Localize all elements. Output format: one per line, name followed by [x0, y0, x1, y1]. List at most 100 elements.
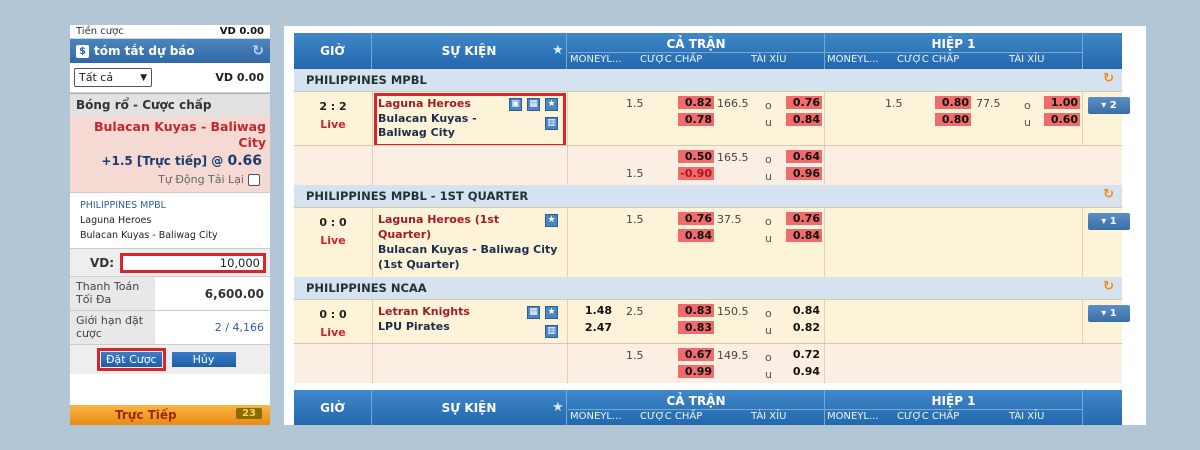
hdp-odd-away[interactable]: 0.83	[678, 321, 714, 334]
home-team[interactable]: Letran Knights	[378, 305, 470, 318]
tv-icon[interactable]: ▣	[509, 98, 522, 111]
filter-selected: Tất cả	[79, 71, 114, 84]
ou-over-label: o	[765, 307, 772, 320]
max-payout-value: 6,600.00	[204, 286, 264, 301]
alt-ou-line: 165.5	[717, 151, 749, 164]
more-markets-button[interactable]: ▾ 2	[1088, 97, 1130, 114]
hdp-line: 2.5	[626, 305, 644, 318]
hdp-odd-home[interactable]: 0.76	[678, 212, 714, 225]
h1-ou-odd-under[interactable]: 0.60	[1044, 113, 1080, 126]
home-team[interactable]: Laguna Heroes (1st Quarter)	[378, 212, 528, 242]
cancel-button[interactable]: Hủy	[171, 352, 236, 367]
star-icon[interactable]: ★	[552, 390, 564, 425]
slip-odds: +1.5 [Trực tiếp] @ 0.66	[70, 151, 270, 171]
filter-select[interactable]: Tất cả ▼	[74, 68, 152, 87]
half1-header: HIỆP 1	[825, 394, 1082, 410]
live-tab-label: Trực Tiếp	[115, 408, 177, 422]
slip-buttons: Đặt Cược Hủy	[70, 344, 270, 374]
h1-hdp-odd-home[interactable]: 0.80	[935, 96, 971, 109]
alt-ou-under-label: u	[765, 170, 772, 183]
alt-ou-odd-over[interactable]: 0.72	[786, 348, 822, 361]
max-payout-label: Thanh Toán Tối Đa	[70, 277, 155, 310]
hdp-odd-away[interactable]: 0.84	[678, 229, 714, 242]
ou-over-label: o	[765, 215, 772, 228]
league-name: PHILIPPINES MPBL - 1ST QUARTER	[306, 189, 529, 203]
chart-icon[interactable]: ▥	[545, 325, 558, 338]
half1-header: HIỆP 1	[825, 37, 1082, 53]
hdp-line: 1.5	[626, 213, 644, 226]
more-markets-button[interactable]: ▾ 1	[1088, 213, 1130, 230]
moneyline-away[interactable]: 2.47	[578, 321, 614, 334]
alt-ou-odd-under[interactable]: 0.94	[786, 365, 822, 378]
slip-matchup: Bulacan Kuyas - Baliwag City	[80, 230, 218, 241]
stake-row: Tiền cược VD 0.00	[70, 25, 270, 39]
away-team[interactable]: LPU Pirates	[378, 320, 450, 333]
more-markets-button[interactable]: ▾ 1	[1088, 305, 1130, 322]
league-header: PHILIPPINES NCAA ↻	[294, 277, 1122, 299]
star-icon[interactable]: ★	[552, 33, 564, 69]
slip-odds-prefix: +1.5 [Trực tiếp] @	[101, 154, 224, 168]
ou-odd-over[interactable]: 0.84	[786, 304, 822, 317]
summary-header[interactable]: $ tóm tắt dự báo ↻	[70, 39, 270, 63]
ou-odd-under[interactable]: 0.84	[786, 229, 822, 242]
alt-ou-over-label: o	[765, 351, 772, 364]
hdp-odd-home[interactable]: 0.82	[678, 96, 714, 109]
ou-odd-under[interactable]: 0.82	[786, 321, 822, 334]
alt-hdp-odd-home[interactable]: 0.67	[678, 348, 714, 361]
hdp-odd-away[interactable]: 0.78	[678, 113, 714, 126]
sub-handicap: CƯỢC CHẤP	[897, 411, 960, 422]
ou-over-label: o	[765, 99, 772, 112]
auto-reload-checkbox[interactable]	[248, 173, 260, 186]
col-event: SỰ KIỆN	[372, 33, 567, 69]
refresh-icon[interactable]: ↻	[1103, 71, 1114, 86]
star-icon[interactable]: ★	[545, 214, 558, 227]
live-count-badge: 23	[236, 408, 262, 419]
h1-ou-under-label: u	[1024, 116, 1031, 129]
alt-ou-odd-under[interactable]: 0.96	[786, 167, 822, 180]
stake-input[interactable]: 10,000	[120, 252, 266, 273]
alt-hdp-odd-away[interactable]: 0.99	[678, 365, 714, 378]
col-divider	[824, 300, 825, 343]
col-time: GIỜ	[294, 33, 372, 69]
alt-ou-under-label: u	[765, 368, 772, 381]
hdp-odd-home[interactable]: 0.83	[678, 304, 714, 317]
col-divider	[824, 92, 825, 145]
home-team[interactable]: Laguna Heroes	[378, 97, 471, 110]
sub-ou: TÀI XỈU	[751, 411, 787, 422]
stats-icon[interactable]: ▦	[527, 306, 540, 319]
refresh-icon[interactable]: ↻	[1103, 187, 1114, 202]
moneyline-home[interactable]: 1.48	[578, 304, 614, 317]
col-divider	[372, 344, 373, 383]
away-team[interactable]: Bulacan Kuyas - Baliwag City	[378, 112, 498, 140]
refresh-icon[interactable]: ↻	[252, 43, 264, 59]
alt-ou-over-label: o	[765, 153, 772, 166]
sub-ou: TÀI XỈU	[751, 54, 787, 65]
alt-hdp-odd-away[interactable]: -0.90	[678, 167, 714, 180]
live-tab[interactable]: Trực Tiếp 23	[70, 405, 270, 425]
ou-odd-under[interactable]: 0.84	[786, 113, 822, 126]
stats-icon[interactable]: ▦	[527, 98, 540, 111]
chart-icon[interactable]: ▥	[545, 117, 558, 130]
full-match-header: CẢ TRẬN	[568, 37, 824, 53]
match-row: 2 : 2 Live Laguna Heroes Bulacan Kuyas -…	[294, 91, 1130, 147]
h1-hdp-odd-away[interactable]: 0.80	[935, 113, 971, 126]
sub-handicap: CƯỢC CHẤP	[640, 54, 703, 65]
col-divider	[1082, 300, 1083, 343]
h1-hdp-line: 1.5	[885, 97, 903, 110]
col-divider	[567, 300, 568, 343]
ou-odd-over[interactable]: 0.76	[786, 212, 822, 225]
h1-ou-odd-over[interactable]: 1.00	[1044, 96, 1080, 109]
hdp-line: 1.5	[626, 97, 644, 110]
sub-handicap: CƯỢC CHẤP	[640, 411, 703, 422]
star-icon[interactable]: ★	[545, 98, 558, 111]
ou-odd-over[interactable]: 0.76	[786, 96, 822, 109]
match-row: 0 : 0 Live Letran Knights LPU Pirates ▦ …	[294, 299, 1130, 343]
col-divider	[372, 208, 373, 277]
refresh-icon[interactable]: ↻	[1103, 279, 1114, 294]
away-team[interactable]: Bulacan Kuyas - Baliwag City (1st Quarte…	[378, 242, 563, 272]
place-bet-button[interactable]: Đặt Cược	[97, 348, 166, 371]
alt-ou-odd-over[interactable]: 0.64	[786, 150, 822, 163]
alt-hdp-odd-home[interactable]: 0.50	[678, 150, 714, 163]
star-icon[interactable]: ★	[545, 306, 558, 319]
match-score: 2 : 2	[319, 100, 347, 113]
